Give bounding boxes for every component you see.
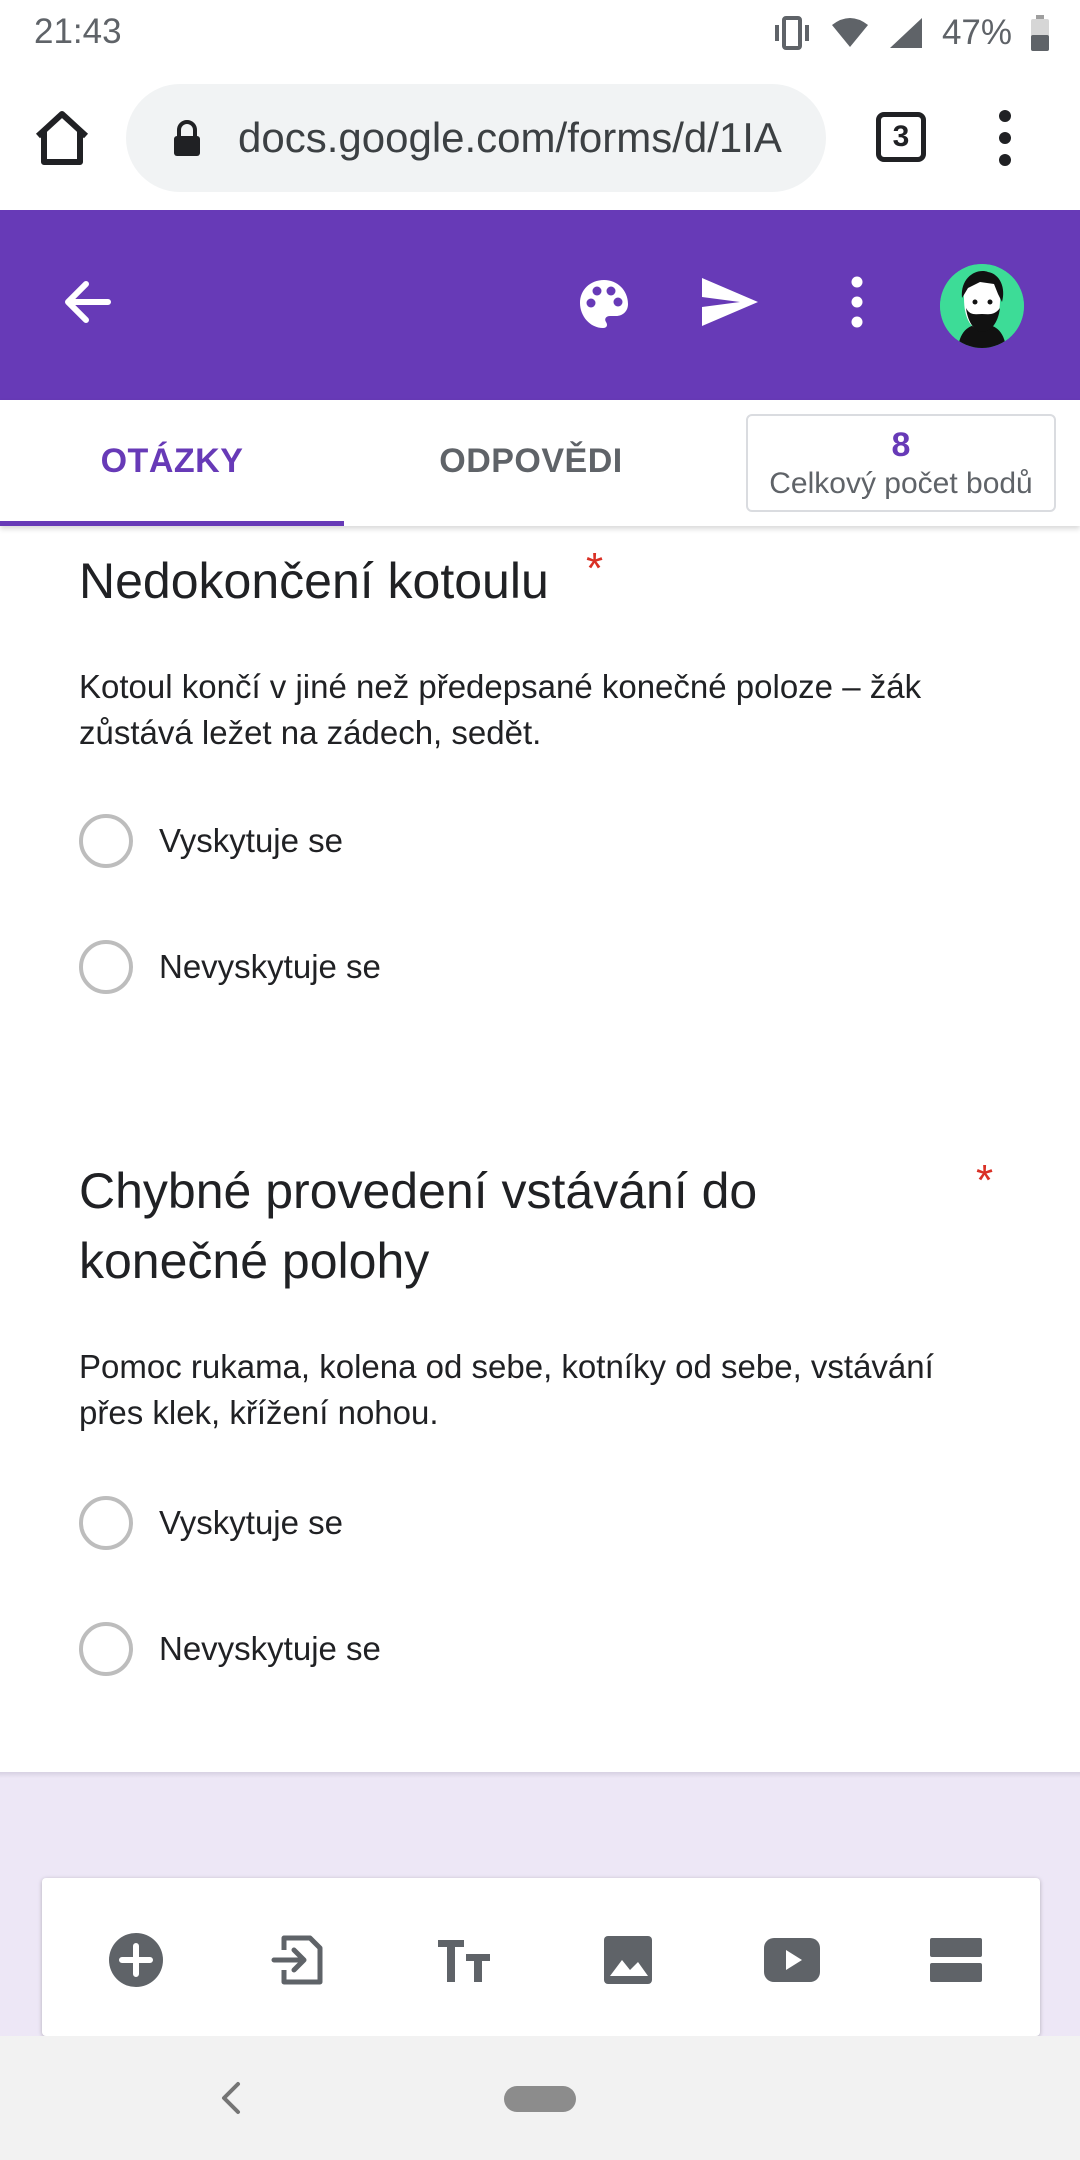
radio-button[interactable] xyxy=(79,1496,133,1550)
total-points-box: 8 Celkový počet bodů xyxy=(746,414,1056,512)
total-points-value: 8 xyxy=(891,426,911,464)
signal-icon xyxy=(889,18,922,48)
import-questions-icon[interactable] xyxy=(270,1930,330,1990)
browser-toolbar: docs.google.com/forms/d/1IA 3 xyxy=(0,66,1080,210)
back-arrow-icon[interactable] xyxy=(62,276,114,328)
battery-icon xyxy=(1031,15,1049,51)
section-icon[interactable] xyxy=(926,1930,986,1990)
video-icon[interactable] xyxy=(762,1930,822,1990)
battery-percentage: 47% xyxy=(941,13,1012,52)
radio-button[interactable] xyxy=(79,1622,133,1676)
image-icon[interactable] xyxy=(598,1930,658,1990)
add-item-toolbar xyxy=(42,1878,1040,2036)
avatar-image xyxy=(940,264,1024,348)
home-icon[interactable] xyxy=(30,106,94,170)
radio-option[interactable]: Nevyskytuje se xyxy=(79,1622,381,1676)
status-time: 21:43 xyxy=(34,12,122,51)
option-label: Nevyskytuje se xyxy=(159,1630,381,1667)
radio-option[interactable]: Vyskytuje se xyxy=(79,1496,343,1550)
tab-bar: OTÁZKY ODPOVĚDI 8 Celkový počet bodů xyxy=(0,400,1080,526)
question-title: Chybné provedení vstávání do konečné pol… xyxy=(79,1156,757,1296)
tab-switcher-button[interactable]: 3 xyxy=(876,112,926,162)
question-description: Kotoul končí v jiné než předepsané koneč… xyxy=(79,668,922,751)
tab-questions[interactable]: OTÁZKY xyxy=(0,400,344,526)
radio-button[interactable] xyxy=(79,814,133,868)
system-nav-bar xyxy=(0,2036,1080,2160)
more-vert-icon[interactable] xyxy=(842,274,872,330)
nav-home-pill[interactable] xyxy=(504,2086,576,2112)
total-points-label: Celkový počet bodů xyxy=(769,467,1033,500)
question-title-line: Chybné provedení vstávání do xyxy=(79,1163,758,1219)
lock-icon xyxy=(174,120,200,156)
status-bar: 21:43 47% xyxy=(0,0,1080,66)
required-mark: * xyxy=(586,544,604,593)
question-title: Nedokončení kotoulu xyxy=(79,546,549,616)
question-title-text: Nedokončení kotoulu xyxy=(79,553,549,609)
add-question-icon[interactable] xyxy=(106,1930,166,1990)
url-text: docs.google.com/forms/d/1IA xyxy=(238,114,782,161)
option-label: Vyskytuje se xyxy=(159,822,344,859)
tab-responses[interactable]: ODPOVĚDI xyxy=(344,400,718,526)
radio-button[interactable] xyxy=(79,940,133,994)
questions-list: Nedokončení kotoulu * Kotoul končí v jin… xyxy=(0,526,1080,1776)
send-icon[interactable] xyxy=(700,274,760,330)
title-text-icon[interactable] xyxy=(434,1930,494,1990)
vibrate-icon xyxy=(774,16,809,50)
required-mark: * xyxy=(976,1156,994,1205)
browser-menu-icon[interactable] xyxy=(990,108,1020,168)
nav-back-icon[interactable] xyxy=(216,2080,246,2116)
radio-option[interactable]: Nevyskytuje se xyxy=(79,940,381,994)
option-label: Vyskytuje se xyxy=(159,1504,344,1541)
status-icons: 47% xyxy=(772,10,1050,56)
card-edge-shadow xyxy=(0,1772,1080,1778)
palette-icon[interactable] xyxy=(576,276,632,332)
question-title-line: konečné polohy xyxy=(79,1233,430,1289)
avatar[interactable] xyxy=(940,264,1024,348)
wifi-icon xyxy=(831,18,868,47)
address-bar[interactable]: docs.google.com/forms/d/1IA xyxy=(126,84,826,192)
option-label: Nevyskytuje se xyxy=(159,948,381,985)
question-description: Pomoc rukama, kolena od sebe, kotníky od… xyxy=(79,1348,934,1431)
radio-option[interactable]: Vyskytuje se xyxy=(79,814,343,868)
forms-app-bar xyxy=(0,210,1080,400)
